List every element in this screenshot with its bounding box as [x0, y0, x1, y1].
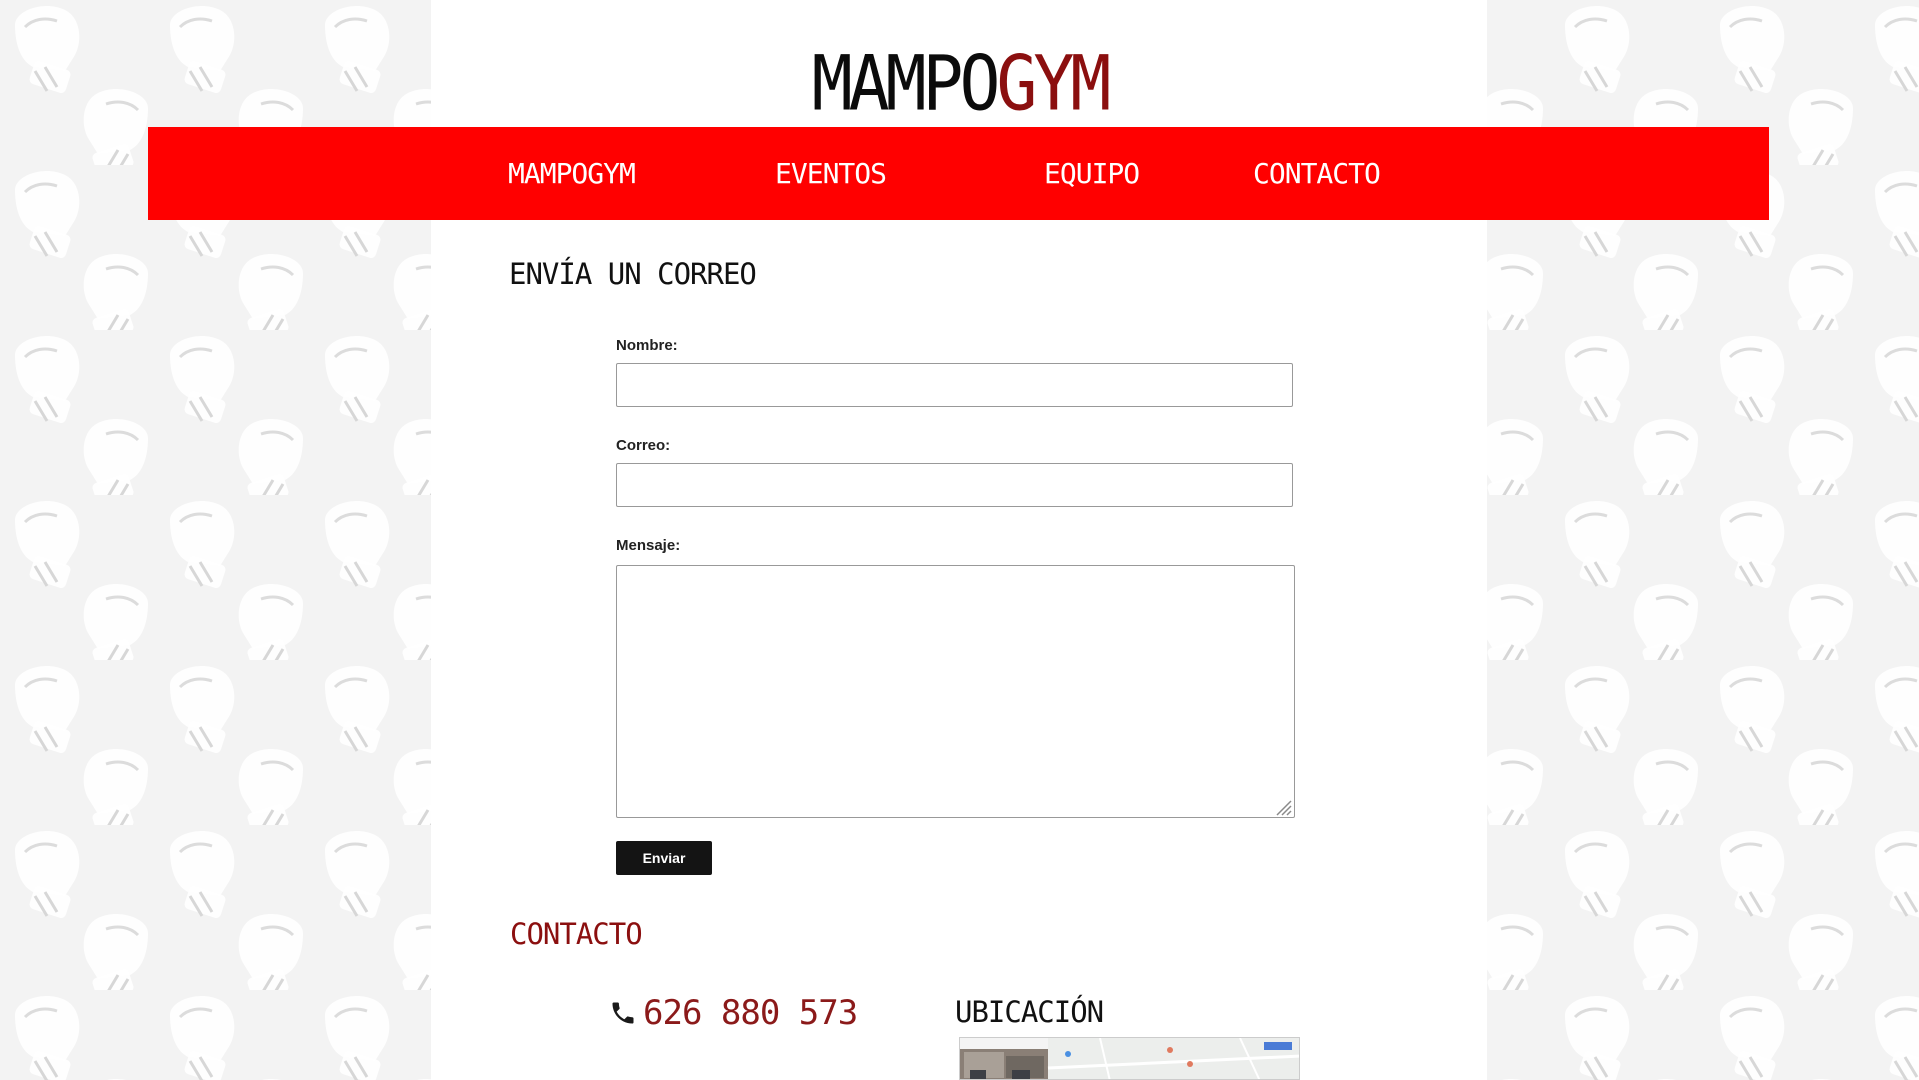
nav-item-eventos[interactable]: EVENTOS — [775, 157, 887, 190]
phone-contact: 626 880 573 — [609, 993, 858, 1033]
name-input[interactable] — [616, 363, 1293, 407]
phone-icon — [612, 1002, 634, 1024]
contact-heading: CONTACTO — [510, 917, 643, 951]
map-image — [960, 1038, 1299, 1079]
location-heading: UBICACIÓN — [955, 995, 1104, 1029]
email-form-heading: ENVÍA UN CORREO — [509, 257, 757, 291]
map-thumbnail[interactable] — [959, 1037, 1300, 1080]
message-label: Mensaje: — [616, 537, 681, 554]
submit-button[interactable]: Enviar — [616, 841, 712, 875]
name-label: Nombre: — [616, 337, 678, 354]
email-input[interactable] — [616, 463, 1293, 507]
message-textarea[interactable] — [616, 565, 1295, 818]
nav-item-contacto[interactable]: CONTACTO — [1253, 157, 1381, 190]
logo-text-gym: GYM — [996, 40, 1111, 129]
email-label: Correo: — [616, 437, 671, 454]
phone-number-link[interactable]: 626 880 573 — [643, 993, 858, 1033]
main-navbar: MAMPOGYM EVENTOS EQUIPO CONTACTO — [148, 127, 1769, 220]
resize-grip-icon[interactable] — [1272, 796, 1292, 816]
nav-item-equipo[interactable]: EQUIPO — [1044, 157, 1140, 190]
logo-text-mampo: MAMPO — [811, 40, 1001, 129]
nav-item-mampogym[interactable]: MAMPOGYM — [508, 157, 636, 190]
site-logo[interactable]: MAMPOGYM — [0, 40, 1919, 128]
